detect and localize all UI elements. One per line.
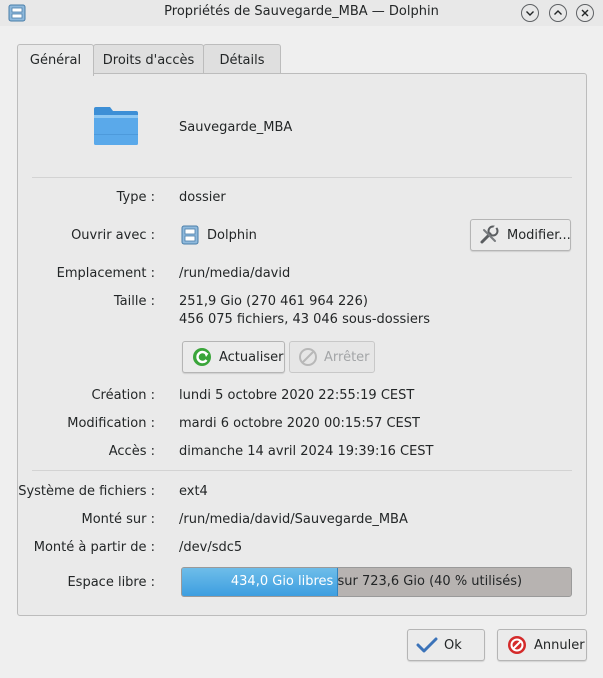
location-value[interactable]: /run/media/david: [179, 266, 290, 281]
dolphin-icon: [181, 225, 199, 245]
open-with-value: Dolphin: [207, 228, 257, 243]
free-space-bar: 434,0 Gio libres sur 723,6 Gio (40 % uti…: [181, 567, 572, 597]
mounted-on-label: Monté sur :: [81, 512, 155, 527]
maximize-button[interactable]: [549, 4, 567, 22]
size-counts: 456 075 fichiers, 43 046 sous-dossiers: [179, 312, 430, 327]
modified-label: Modification :: [67, 416, 155, 431]
chevron-up-icon: [554, 10, 562, 15]
chevron-down-icon: [526, 11, 534, 16]
tab-details[interactable]: Détails: [203, 44, 281, 75]
created-value: lundi 5 octobre 2020 22:55:19 CEST: [179, 388, 415, 403]
folder-name[interactable]: Sauvegarde_MBA: [179, 120, 292, 135]
check-icon: [416, 637, 438, 653]
modify-button-label: Modifier...: [507, 227, 571, 243]
refresh-button-label: Actualiser: [219, 349, 284, 365]
created-label: Création :: [91, 388, 155, 403]
refresh-button[interactable]: Actualiser: [182, 341, 285, 373]
cancel-button[interactable]: Annuler: [497, 629, 587, 661]
stop-icon: [299, 348, 317, 366]
size-label: Taille :: [113, 294, 155, 309]
refresh-icon: [193, 348, 211, 366]
close-window-button[interactable]: [576, 4, 594, 22]
filesystem-label: Système de fichiers :: [18, 484, 155, 499]
folder-icon: [94, 107, 138, 145]
tab-general[interactable]: Général: [17, 44, 94, 76]
stop-button[interactable]: Arrêter: [289, 341, 375, 373]
size-value: 251,9 Gio (270 461 964 226): [179, 294, 368, 309]
ok-button-label: Ok: [444, 637, 462, 653]
free-space-label: Espace libre :: [67, 575, 155, 590]
mounted-on-value[interactable]: /run/media/david/Sauvegarde_MBA: [179, 512, 408, 527]
minimize-button[interactable]: [521, 4, 539, 22]
divider: [32, 470, 572, 471]
stop-button-label: Arrêter: [324, 349, 370, 365]
tab-access-rights[interactable]: Droits d'accès: [93, 44, 204, 75]
accessed-value: dimanche 14 avril 2024 19:39:16 CEST: [179, 444, 434, 459]
filesystem-value: ext4: [179, 484, 208, 499]
cancel-icon: [508, 636, 526, 654]
modified-value: mardi 6 octobre 2020 00:15:57 CEST: [179, 416, 420, 431]
accessed-label: Accès :: [108, 444, 155, 459]
open-with-label: Ouvrir avec :: [71, 228, 155, 243]
cancel-button-label: Annuler: [534, 637, 585, 653]
type-value: dossier: [179, 190, 226, 205]
type-label: Type :: [116, 190, 155, 205]
title-bar[interactable]: Propriétés de Sauvegarde_MBA — Dolphin: [0, 0, 603, 26]
free-space-text: 434,0 Gio libres sur 723,6 Gio (40 % uti…: [182, 574, 571, 589]
free-space-text-free: 434,0 Gio libres: [230, 574, 334, 589]
free-space-text-total: sur 723,6 Gio (40 % utilisés): [333, 574, 523, 589]
close-icon: [581, 9, 589, 17]
divider: [32, 177, 572, 178]
modify-button[interactable]: Modifier...: [470, 219, 571, 251]
mounted-from-value: /dev/sdc5: [179, 540, 243, 555]
ok-button[interactable]: Ok: [407, 629, 485, 661]
wrench-icon: [480, 225, 499, 244]
window-title: Propriétés de Sauvegarde_MBA — Dolphin: [164, 4, 439, 19]
location-label: Emplacement :: [56, 266, 155, 281]
mounted-from-label: Monté à partir de :: [33, 540, 155, 555]
